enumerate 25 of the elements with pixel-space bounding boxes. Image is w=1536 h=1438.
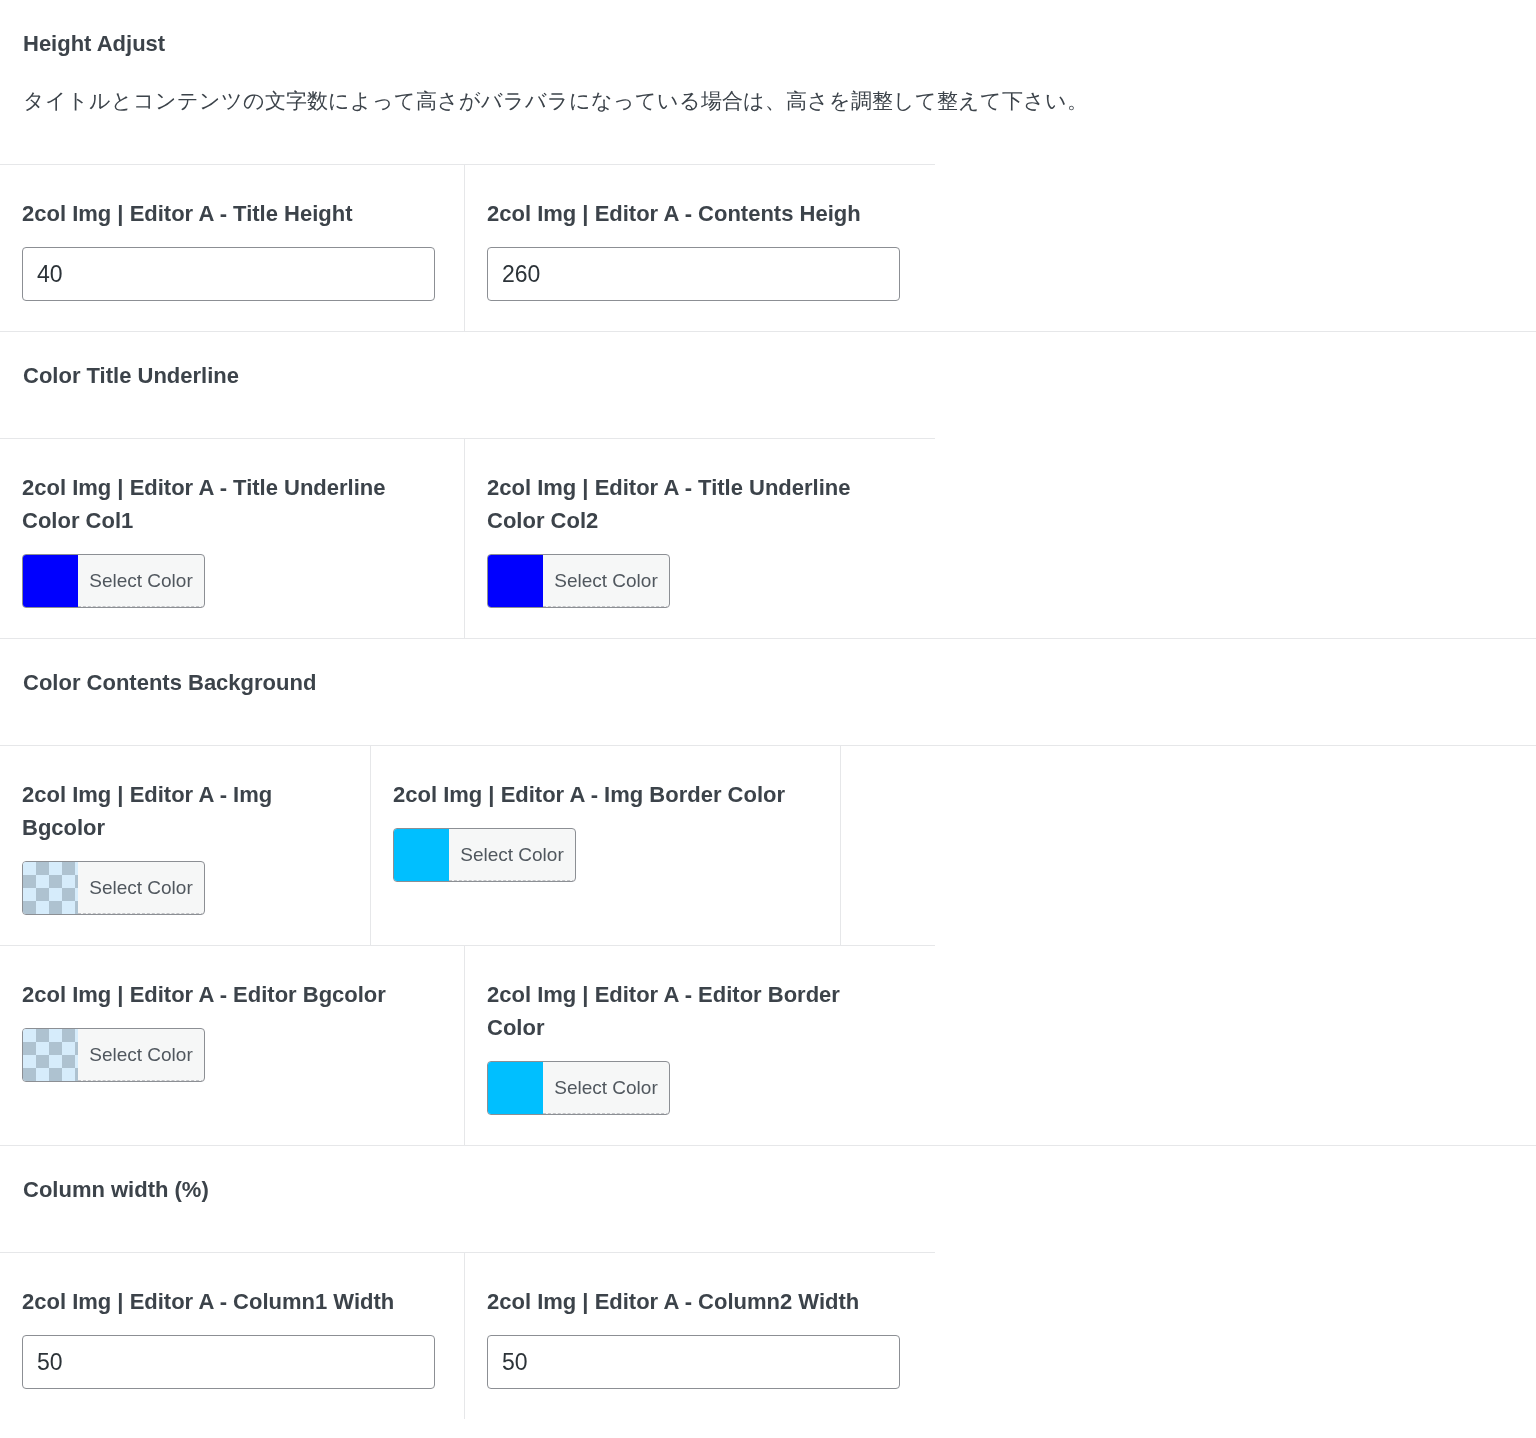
section-title: Height Adjust <box>23 30 167 58</box>
select-color-button[interactable]: Select Color <box>22 554 205 608</box>
select-color-button[interactable]: Select Color <box>22 861 205 915</box>
field-label: 2col Img | Editor A - Title Underline Color Col1 <box>22 474 387 535</box>
field-label: 2col Img | Editor A - Editor Border Color <box>487 981 841 1042</box>
field-label: 2col Img | Editor A - Editor Bgcolor <box>22 981 387 1009</box>
field-label: 2col Img | Editor A - Title Underline Color Col2 <box>487 474 852 535</box>
section-title: Color Title Underline <box>23 362 240 390</box>
select-color-button[interactable]: Select Color <box>487 1061 670 1115</box>
section-title: Color Contents Background <box>23 669 318 697</box>
select-color-button[interactable]: Select Color <box>487 554 670 608</box>
select-color-button[interactable]: Select Color <box>22 1028 205 1082</box>
field-label: 2col Img | Editor A - Contents Heigh <box>487 200 862 228</box>
number-input[interactable]: 260 <box>487 247 900 301</box>
field-label: 2col Img | Editor A - Column2 Width <box>487 1288 861 1316</box>
field-label: 2col Img | Editor A - Img Bgcolor <box>22 781 274 842</box>
field-label: 2col Img | Editor A - Img Border Color <box>393 781 786 809</box>
number-input[interactable]: 50 <box>487 1335 900 1389</box>
field-label: 2col Img | Editor A - Column1 Width <box>22 1288 396 1316</box>
number-input[interactable]: 40 <box>22 247 435 301</box>
field-label: 2col Img | Editor A - Title Height <box>22 200 354 228</box>
section-description: タイトルとコンテンツの文字数によって高さがバラバラになっている場合は、高さを調整して整えて下さい。 <box>23 88 1089 114</box>
section-title: Column width (%) <box>23 1176 210 1204</box>
select-color-button[interactable]: Select Color <box>393 828 576 882</box>
number-input[interactable]: 50 <box>22 1335 435 1389</box>
